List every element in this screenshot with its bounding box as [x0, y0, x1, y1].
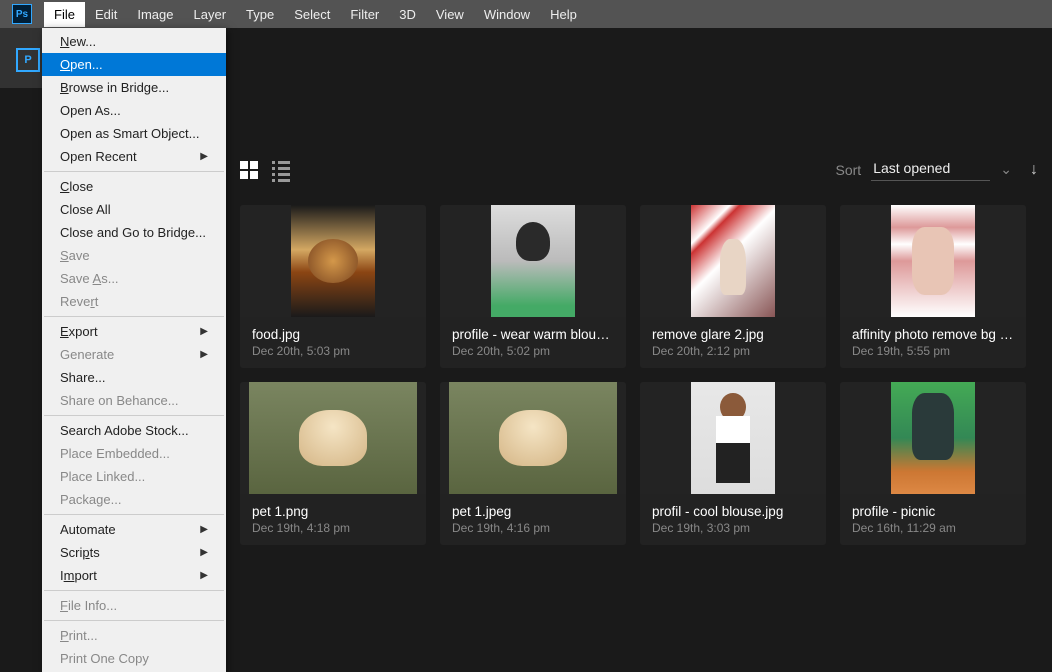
- file-date: Dec 19th, 5:55 pm: [840, 344, 1026, 358]
- submenu-arrow-icon: ▶: [200, 151, 208, 162]
- menu-file[interactable]: File: [44, 2, 85, 27]
- menu-item-file-info: File Info...: [42, 594, 226, 617]
- menu-filter[interactable]: Filter: [340, 2, 389, 27]
- menu-item-open-as[interactable]: Open As...: [42, 99, 226, 122]
- menu-item-close-and-go-to-bridge[interactable]: Close and Go to Bridge...: [42, 221, 226, 244]
- thumbnail: [240, 205, 426, 317]
- file-name: food.jpg: [240, 317, 426, 344]
- thumbnail: [240, 382, 426, 494]
- menu-window[interactable]: Window: [474, 2, 540, 27]
- file-card[interactable]: pet 1.pngDec 19th, 4:18 pm: [240, 382, 426, 545]
- file-card[interactable]: profile - picnicDec 16th, 11:29 am: [840, 382, 1026, 545]
- thumbnail: [440, 382, 626, 494]
- menu-separator: [44, 171, 224, 172]
- menu-item-share[interactable]: Share...: [42, 366, 226, 389]
- app-icon: Ps: [12, 4, 32, 24]
- menu-item-import[interactable]: Import▶: [42, 564, 226, 587]
- menu-item-package: Package...: [42, 488, 226, 511]
- file-name: profil - cool blouse.jpg: [640, 494, 826, 521]
- grid-view-icon[interactable]: [240, 161, 258, 179]
- menu-image[interactable]: Image: [127, 2, 183, 27]
- menu-separator: [44, 316, 224, 317]
- menu-item-close-all[interactable]: Close All: [42, 198, 226, 221]
- menu-3d[interactable]: 3D: [389, 2, 426, 27]
- sort-direction-icon[interactable]: ↓: [1030, 161, 1038, 179]
- menu-item-place-embedded: Place Embedded...: [42, 442, 226, 465]
- thumbnail: [640, 382, 826, 494]
- menu-item-save-as: Save As...: [42, 267, 226, 290]
- submenu-arrow-icon: ▶: [200, 524, 208, 535]
- file-date: Dec 19th, 4:18 pm: [240, 521, 426, 535]
- file-date: Dec 20th, 2:12 pm: [640, 344, 826, 358]
- submenu-arrow-icon: ▶: [200, 570, 208, 581]
- file-name: pet 1.jpeg: [440, 494, 626, 521]
- menu-view[interactable]: View: [426, 2, 474, 27]
- menu-item-print: Print...: [42, 624, 226, 647]
- file-grid: food.jpgDec 20th, 5:03 pmprofile - wear …: [240, 205, 1038, 545]
- view-toggles: [240, 161, 290, 179]
- menu-select[interactable]: Select: [284, 2, 340, 27]
- file-name: affinity photo remove bg 1…: [840, 317, 1026, 344]
- list-view-icon[interactable]: [272, 161, 290, 179]
- file-date: Dec 19th, 3:03 pm: [640, 521, 826, 535]
- menu-item-browse-in-bridge[interactable]: Browse in Bridge...: [42, 76, 226, 99]
- menu-item-export[interactable]: Export▶: [42, 320, 226, 343]
- menu-item-automate[interactable]: Automate▶: [42, 518, 226, 541]
- menu-item-open-as-smart-object[interactable]: Open as Smart Object...: [42, 122, 226, 145]
- sort-label: Sort: [836, 162, 862, 178]
- file-name: profile - picnic: [840, 494, 1026, 521]
- menu-separator: [44, 514, 224, 515]
- sort-value[interactable]: Last opened: [871, 158, 990, 181]
- menu-item-scripts[interactable]: Scripts▶: [42, 541, 226, 564]
- menu-item-open-recent[interactable]: Open Recent▶: [42, 145, 226, 168]
- file-date: Dec 16th, 11:29 am: [840, 521, 1026, 535]
- thumbnail: [840, 205, 1026, 317]
- menu-item-revert: Revert: [42, 290, 226, 313]
- file-date: Dec 19th, 4:16 pm: [440, 521, 626, 535]
- file-card[interactable]: affinity photo remove bg 1…Dec 19th, 5:5…: [840, 205, 1026, 368]
- menu-help[interactable]: Help: [540, 2, 587, 27]
- menu-item-close[interactable]: Close: [42, 175, 226, 198]
- menu-item-open[interactable]: Open...: [42, 53, 226, 76]
- file-name: pet 1.png: [240, 494, 426, 521]
- file-name: profile - wear warm blous…: [440, 317, 626, 344]
- menu-item-search-adobe-stock[interactable]: Search Adobe Stock...: [42, 419, 226, 442]
- menu-separator: [44, 620, 224, 621]
- menu-item-share-on-behance: Share on Behance...: [42, 389, 226, 412]
- menu-item-save: Save: [42, 244, 226, 267]
- content-area: Sort Last opened ⌄ ↓ food.jpgDec 20th, 5…: [226, 88, 1052, 573]
- chevron-down-icon[interactable]: ⌄: [1000, 161, 1012, 178]
- thumbnail: [640, 205, 826, 317]
- file-card[interactable]: food.jpgDec 20th, 5:03 pm: [240, 205, 426, 368]
- menu-type[interactable]: Type: [236, 2, 284, 27]
- submenu-arrow-icon: ▶: [200, 349, 208, 360]
- menubar: Ps FileEditImageLayerTypeSelectFilter3DV…: [0, 0, 1052, 28]
- app-icon-large: P: [16, 48, 40, 72]
- menu-item-print-one-copy: Print One Copy: [42, 647, 226, 670]
- menu-separator: [44, 590, 224, 591]
- menu-layer[interactable]: Layer: [184, 2, 237, 27]
- content-toolbar: Sort Last opened ⌄ ↓: [240, 100, 1038, 181]
- file-name: remove glare 2.jpg: [640, 317, 826, 344]
- submenu-arrow-icon: ▶: [200, 326, 208, 337]
- menu-item-generate: Generate▶: [42, 343, 226, 366]
- file-card[interactable]: profil - cool blouse.jpgDec 19th, 3:03 p…: [640, 382, 826, 545]
- thumbnail: [840, 382, 1026, 494]
- sort-control: Sort Last opened ⌄ ↓: [836, 158, 1039, 181]
- menu-item-new[interactable]: New...: [42, 30, 226, 53]
- file-date: Dec 20th, 5:02 pm: [440, 344, 626, 358]
- menu-item-place-linked: Place Linked...: [42, 465, 226, 488]
- submenu-arrow-icon: ▶: [200, 547, 208, 558]
- thumbnail: [440, 205, 626, 317]
- file-card[interactable]: pet 1.jpegDec 19th, 4:16 pm: [440, 382, 626, 545]
- file-card[interactable]: remove glare 2.jpgDec 20th, 2:12 pm: [640, 205, 826, 368]
- file-date: Dec 20th, 5:03 pm: [240, 344, 426, 358]
- menu-edit[interactable]: Edit: [85, 2, 127, 27]
- file-card[interactable]: profile - wear warm blous…Dec 20th, 5:02…: [440, 205, 626, 368]
- file-menu-dropdown: New...Open...Browse in Bridge...Open As.…: [42, 28, 226, 672]
- menu-separator: [44, 415, 224, 416]
